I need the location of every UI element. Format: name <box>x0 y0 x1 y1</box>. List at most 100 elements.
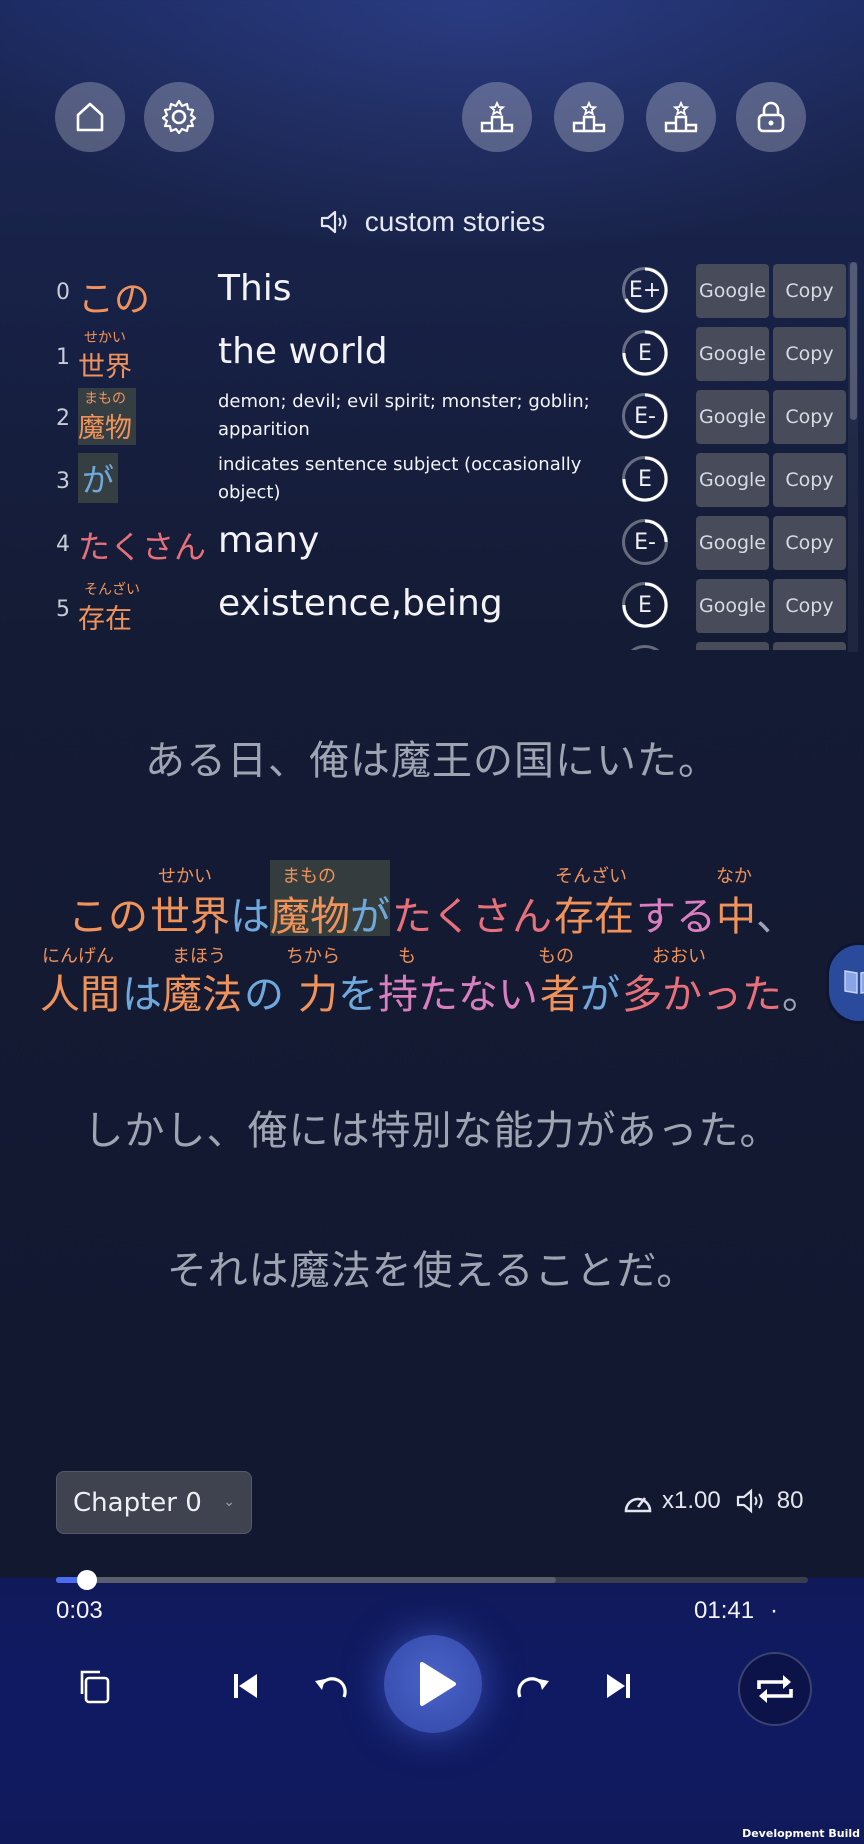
leaderboard-button-2[interactable] <box>554 82 624 152</box>
settings-button[interactable] <box>144 82 214 152</box>
podium-icon <box>572 100 606 133</box>
story-token[interactable]: 力 <box>298 962 338 1020</box>
playback-settings: x1.00 80 <box>622 1487 803 1515</box>
story-token[interactable]: は <box>122 962 162 1020</box>
word-meaning: many <box>218 520 320 561</box>
story-token[interactable]: 者 <box>540 962 580 1020</box>
story-token[interactable]: を <box>338 962 378 1020</box>
word-row: 2 まもの 魔物 demon; devil; evil spirit; mons… <box>0 384 864 447</box>
story-token[interactable]: 魔法 <box>162 962 242 1020</box>
word-japanese[interactable]: この <box>78 270 150 322</box>
word-index: 4 <box>56 532 70 557</box>
book-icon <box>844 970 864 994</box>
level-badge[interactable]: E <box>622 330 668 376</box>
title-text: custom stories <box>364 206 546 237</box>
google-button[interactable]: Google <box>696 453 769 507</box>
story-token[interactable]: が <box>350 884 390 942</box>
word-japanese[interactable]: が <box>78 453 119 503</box>
level-badge[interactable] <box>622 645 668 650</box>
story-token[interactable]: 、 <box>756 884 796 942</box>
progress-knob[interactable] <box>77 1570 97 1590</box>
level-badge[interactable]: E <box>622 456 668 502</box>
word-index: 3 <box>56 469 70 494</box>
level-badge[interactable]: E+ <box>622 267 668 313</box>
copy-button[interactable]: Copy <box>773 579 846 633</box>
word-list-scrollbar-thumb[interactable] <box>850 262 857 420</box>
story-token[interactable]: する <box>636 884 716 942</box>
copy-sentence-button[interactable] <box>72 1664 116 1708</box>
volume-icon[interactable] <box>735 1487 769 1515</box>
story-title[interactable]: custom stories <box>0 206 864 238</box>
copy-button[interactable]: Copy <box>773 516 846 570</box>
story-sentence[interactable]: ある日、俺は魔王の国にいた。 <box>0 728 864 786</box>
dictionary-side-button[interactable] <box>826 942 864 1024</box>
google-button[interactable]: Google <box>696 390 769 444</box>
next-button[interactable] <box>598 1666 638 1706</box>
word-japanese[interactable]: まもの 魔物 <box>78 388 136 445</box>
progress-buffer <box>56 1577 556 1583</box>
story-token[interactable]: が <box>580 962 620 1020</box>
story-token[interactable]: たない <box>418 962 538 1020</box>
undo-icon <box>315 1677 347 1698</box>
word-reading: そんざい <box>84 582 140 598</box>
story-token[interactable]: たくさん <box>392 884 552 942</box>
word-row-partial <box>0 636 864 650</box>
total-time: 01:41 <box>694 1597 755 1624</box>
word-text: たくさん <box>78 528 207 566</box>
story-token[interactable]: は <box>230 884 270 942</box>
story-token[interactable]: 持 <box>378 962 418 1020</box>
copy-button[interactable]: Copy <box>773 264 846 318</box>
copy-button[interactable]: Copy <box>773 327 846 381</box>
copy-button[interactable]: Copy <box>773 453 846 507</box>
level-badge[interactable]: E- <box>622 393 668 439</box>
lock-button[interactable] <box>736 82 806 152</box>
story-token[interactable]: 魔物 <box>270 884 350 942</box>
story-sentence[interactable]: それは魔法を使えることだ。 <box>0 1238 864 1296</box>
google-button[interactable]: Google <box>696 264 769 318</box>
story-token[interactable]: かった <box>662 962 782 1020</box>
google-button[interactable] <box>696 642 769 650</box>
speedometer-icon[interactable] <box>622 1487 654 1515</box>
repeat-button[interactable] <box>738 1652 812 1726</box>
story-token[interactable]: この <box>68 884 148 942</box>
speed-value[interactable]: x1.00 <box>662 1487 721 1515</box>
word-list[interactable]: 0 この This E+ Google Copy 1 せかい 世界 the wo… <box>0 258 864 650</box>
play-button[interactable] <box>384 1635 482 1733</box>
level-badge[interactable]: E <box>622 582 668 628</box>
word-japanese[interactable]: そんざい 存在 <box>78 579 140 636</box>
story-token[interactable]: の <box>244 962 284 1020</box>
level-badge[interactable]: E- <box>622 519 668 565</box>
story-token[interactable]: 世界 <box>150 884 230 942</box>
previous-button[interactable] <box>226 1666 266 1706</box>
word-meaning: indicates sentence subject (occasionally… <box>218 454 582 503</box>
active-sentence[interactable]: せかい まもの そんざい なか この 世界 は 魔物 が たくさん 存在 する … <box>0 850 864 1018</box>
skip-forward-icon <box>607 1674 630 1698</box>
story-token[interactable]: 存在 <box>554 884 634 942</box>
rewind-button[interactable] <box>310 1666 354 1706</box>
volume-value[interactable]: 80 <box>777 1487 804 1515</box>
leaderboard-button-1[interactable] <box>462 82 532 152</box>
word-meaning: the world <box>218 331 388 372</box>
word-index: 5 <box>56 597 70 622</box>
google-button[interactable]: Google <box>696 516 769 570</box>
copy-button[interactable]: Copy <box>773 390 846 444</box>
google-button[interactable]: Google <box>696 327 769 381</box>
level-progress-ring <box>644 519 668 543</box>
forward-button[interactable] <box>510 1666 554 1706</box>
story-sentence[interactable]: しかし、俺には特別な能力があった。 <box>0 1098 864 1156</box>
word-japanese[interactable]: たくさん <box>78 522 206 568</box>
speaker-icon <box>320 210 347 234</box>
story-token[interactable]: 多 <box>622 962 662 1020</box>
story-token[interactable]: 。 <box>782 962 822 1020</box>
word-row: 0 この This E+ Google Copy <box>0 258 864 321</box>
copy-button[interactable] <box>773 642 846 650</box>
google-button[interactable]: Google <box>696 579 769 633</box>
word-japanese[interactable]: せかい 世界 <box>78 327 132 384</box>
word-row: 1 せかい 世界 the world E Google Copy <box>0 321 864 384</box>
story-token[interactable]: 中 <box>716 884 756 942</box>
chapter-select[interactable]: Chapter 0 ⌄ <box>56 1471 252 1534</box>
home-button[interactable] <box>55 82 125 152</box>
play-icon <box>420 1662 456 1706</box>
leaderboard-button-3[interactable] <box>646 82 716 152</box>
story-token[interactable]: 人間 <box>40 962 120 1020</box>
